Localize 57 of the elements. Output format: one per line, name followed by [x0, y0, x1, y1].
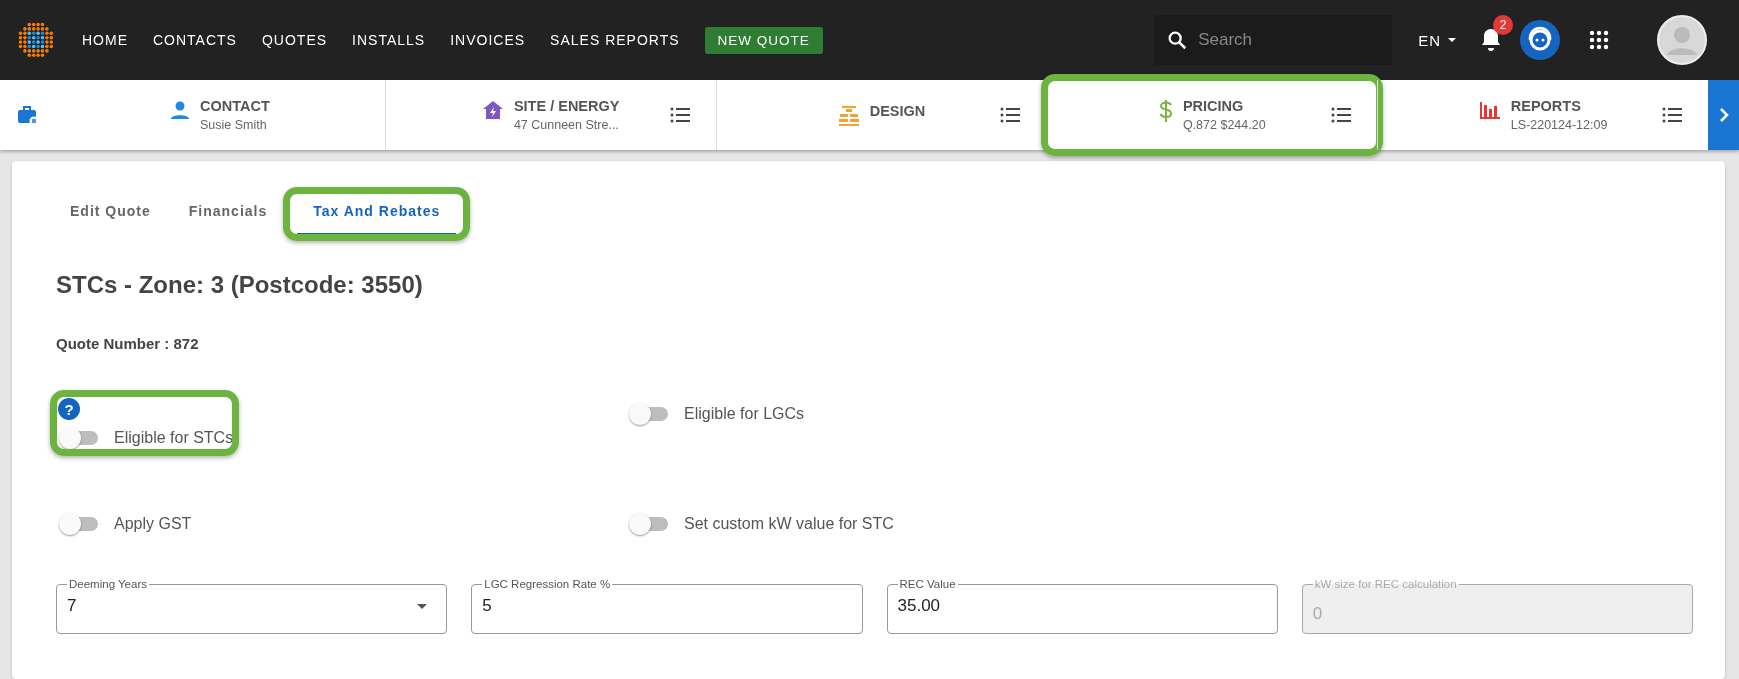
step-subtitle: LS-220124-12:09 — [1510, 118, 1608, 132]
step-subtitle: Susie Smith — [200, 118, 268, 132]
input-field[interactable]: REC Value 35.00 — [886, 578, 1278, 634]
step-title[interactable]: PRICING — [1182, 98, 1266, 114]
tab[interactable]: Financials — [172, 193, 284, 235]
quote-number: Quote Number : 872 — [56, 335, 200, 352]
tab[interactable]: Tax And Rebates — [297, 193, 457, 235]
list-menu-icon[interactable] — [1662, 107, 1682, 123]
bell-icon[interactable] — [1479, 27, 1503, 53]
avatar-icon[interactable] — [1657, 15, 1707, 65]
dropdown-field[interactable]: Deeming Years 7 — [56, 578, 448, 634]
toggle-label: Set custom kW value for STC — [684, 515, 894, 533]
house-bolt-icon — [481, 100, 504, 120]
chevron-right-icon — [1717, 107, 1730, 123]
nav-link[interactable]: INSTALLS — [352, 32, 426, 48]
nav-link[interactable]: SALES REPORTS — [550, 32, 680, 48]
toggle-switch[interactable] — [58, 426, 100, 450]
tab[interactable]: Edit Quote — [54, 193, 167, 235]
search-icon — [1166, 29, 1189, 51]
support-agent-icon[interactable] — [1519, 19, 1561, 61]
toggle-label: Eligible for LGCs — [684, 405, 805, 423]
caret-icon — [1447, 37, 1457, 43]
briefcase-icon[interactable] — [16, 104, 39, 126]
search-input[interactable]: Search — [1196, 29, 1381, 51]
list-menu-icon[interactable] — [1331, 107, 1352, 123]
section-heading: STCs - Zone: 3 (Postcode: 3550) — [56, 271, 424, 299]
help-button[interactable]: ? — [58, 398, 80, 420]
new-quote-button[interactable]: NEW QUOTE — [704, 26, 823, 54]
list-menu-icon[interactable] — [1000, 107, 1021, 123]
person-icon — [170, 100, 190, 120]
logo-icon[interactable] — [16, 20, 56, 60]
step-title[interactable]: DESIGN — [869, 103, 926, 119]
dollar-icon — [1158, 100, 1173, 122]
nav-link[interactable]: HOME — [82, 32, 128, 48]
toggle-label: Apply GST — [114, 515, 192, 533]
toggle-label: Eligible for STCs — [114, 429, 234, 447]
bar-chart-icon — [1478, 100, 1501, 120]
list-menu-icon[interactable] — [669, 107, 690, 123]
solar-panel-icon — [837, 105, 860, 127]
nav-link[interactable]: CONTACTS — [153, 32, 237, 48]
step-subtitle: 47 Cunneen Stre... — [513, 118, 620, 132]
input-field[interactable]: LGC Regression Rate % 5 — [471, 578, 863, 634]
nav-link[interactable]: QUOTES — [261, 32, 328, 48]
step-title[interactable]: CONTACT — [200, 98, 270, 114]
step-subtitle: Q.872 $244.20 — [1182, 118, 1266, 132]
toggle-switch[interactable] — [628, 402, 670, 426]
dropdown-caret-icon — [416, 602, 429, 610]
notification-badge: 2 — [1493, 15, 1513, 35]
language-selector[interactable]: EN — [1412, 30, 1463, 50]
nav-link[interactable]: INVOICES — [450, 32, 526, 48]
input-field: kW size for REC calculation 0 — [1301, 578, 1693, 634]
search-field[interactable]: Search — [1154, 15, 1393, 65]
apps-grid-icon[interactable] — [1589, 30, 1609, 50]
step-title[interactable]: REPORTS — [1510, 98, 1608, 114]
toggle-switch[interactable] — [628, 512, 670, 536]
toggle-switch[interactable] — [58, 512, 100, 536]
step-title[interactable]: SITE / ENERGY — [513, 98, 620, 114]
